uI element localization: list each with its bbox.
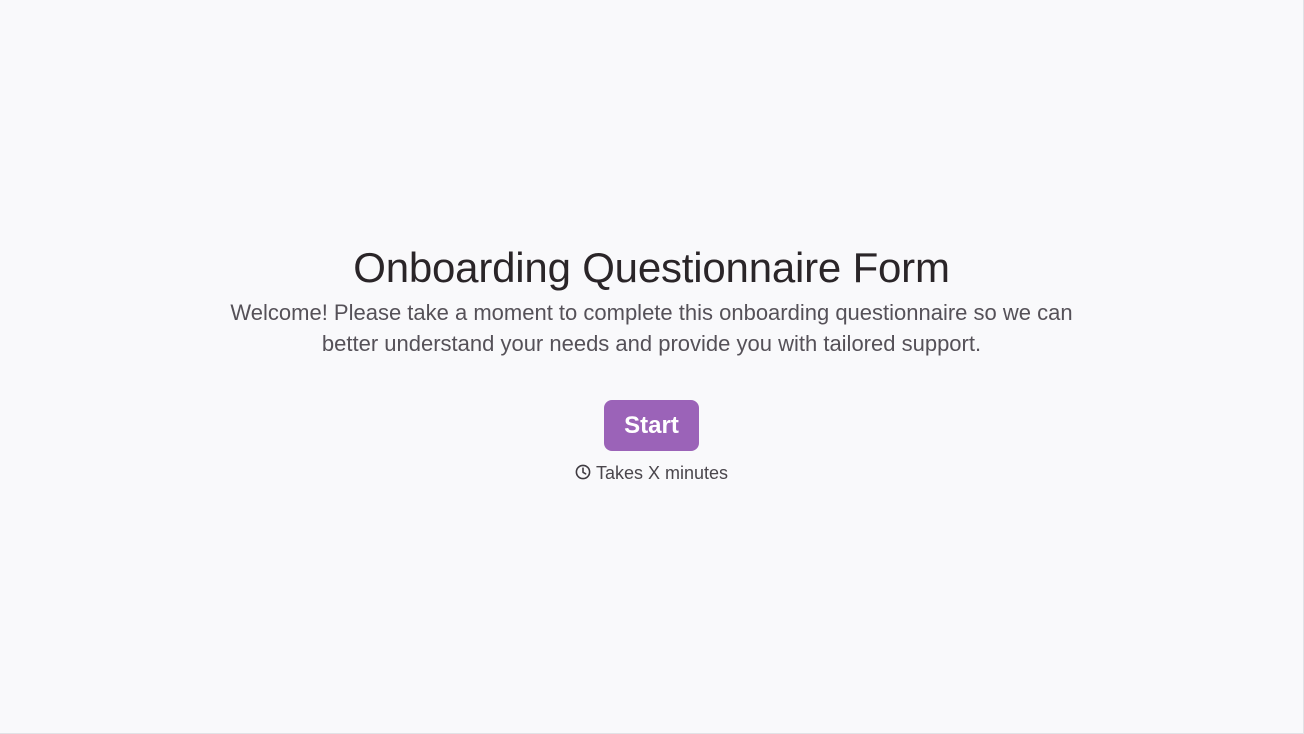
welcome-screen: Onboarding Questionnaire Form Welcome! P… (0, 243, 1303, 484)
clock-icon (575, 464, 591, 480)
form-title: Onboarding Questionnaire Form (353, 244, 950, 291)
start-button[interactable]: Start (604, 400, 699, 451)
form-description: Welcome! Please take a moment to complet… (230, 300, 1073, 356)
duration-text: Takes X minutes (595, 463, 729, 483)
duration-info: Takes X minutes (0, 462, 1303, 484)
form-page: Onboarding Questionnaire Form Welcome! P… (0, 0, 1304, 734)
